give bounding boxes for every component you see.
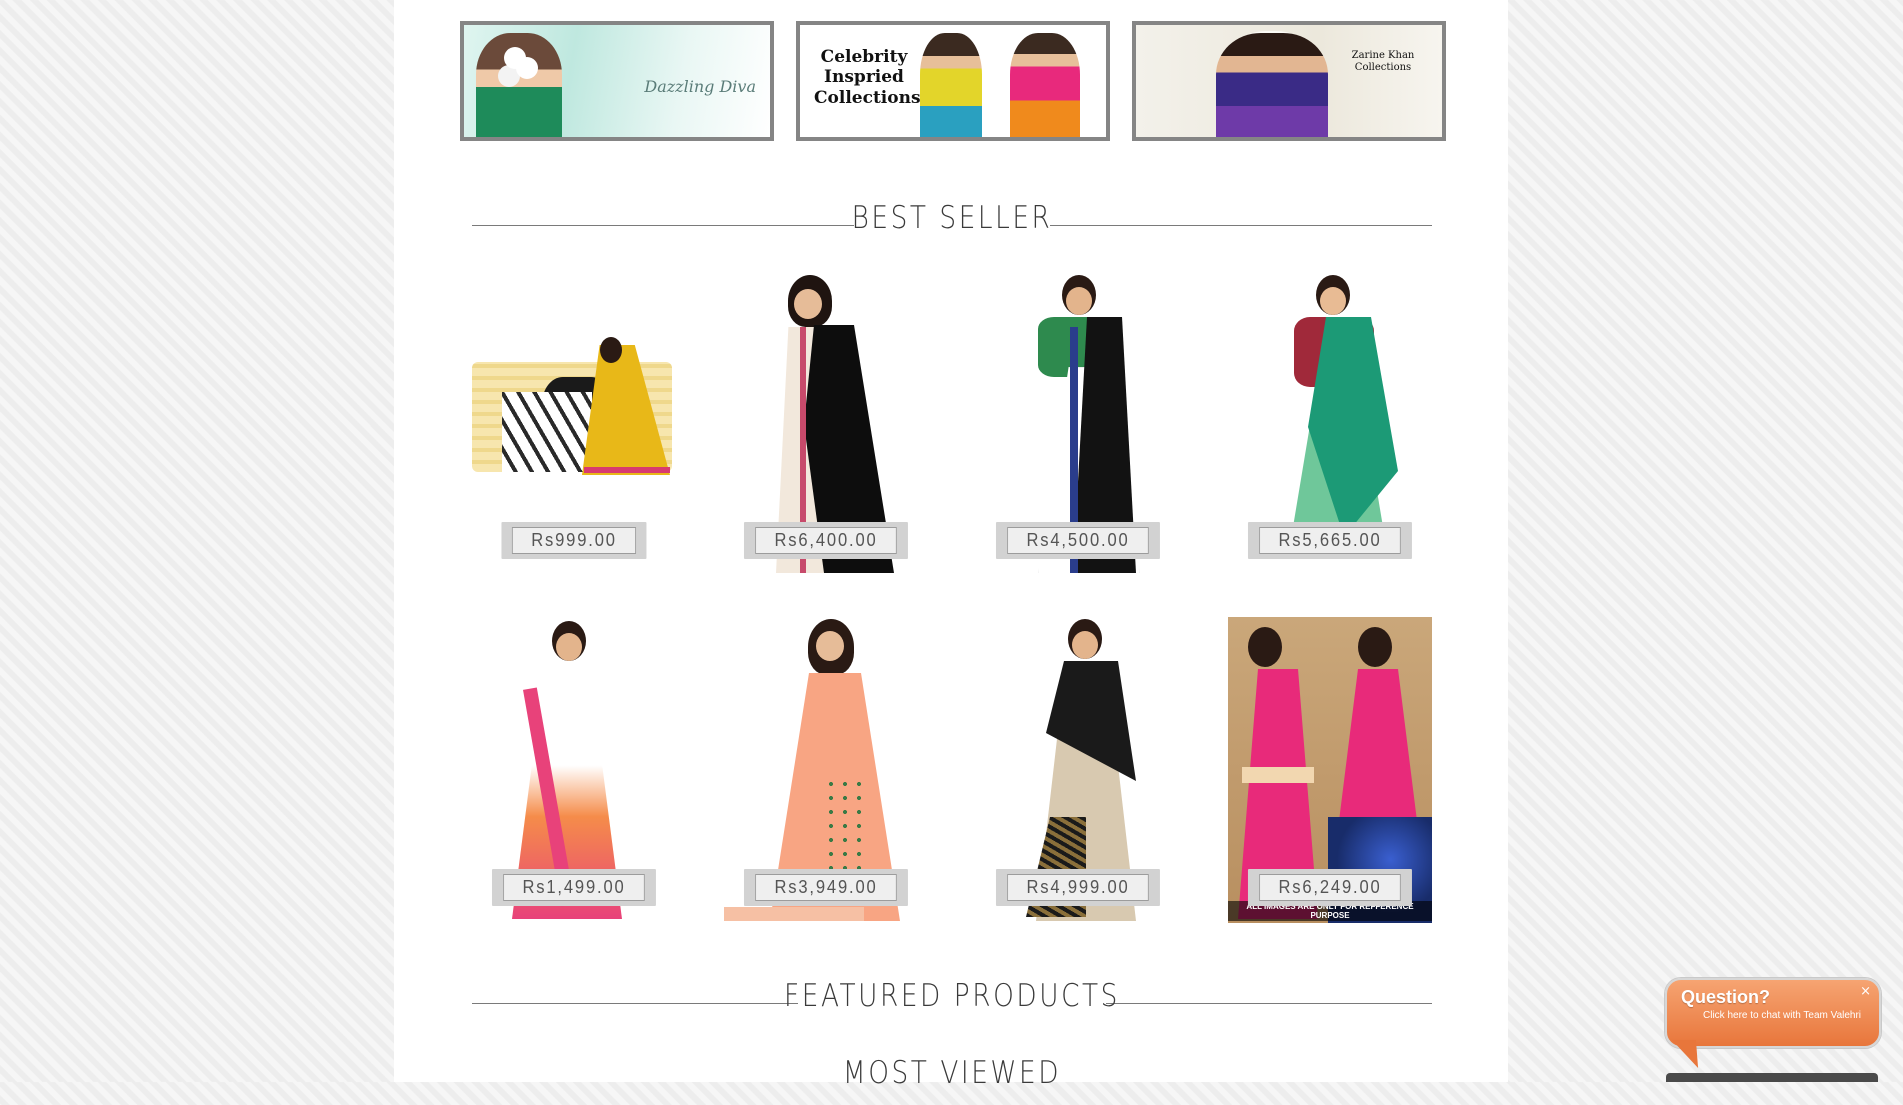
product-card[interactable]: Rs4,500.00 [976,267,1180,573]
page-container: Dazzling Diva Celebrity Inspried Collect… [394,0,1508,1091]
price-tag: Rs999.00 [501,522,647,559]
banner-title: Zarine Khan Collections [1351,50,1415,73]
section-title: MOST VIEWED [842,1055,1062,1091]
section-title: FEATURED PRODUCTS [784,978,1120,1014]
chat-subtitle: Click here to chat with Team Valehri [1703,1010,1862,1021]
product-price: Rs4,999.00 [1007,874,1149,901]
banner-title: Celebrity Inspried Collections [814,47,921,108]
banner-dazzling-diva[interactable]: Dazzling Diva [460,21,774,141]
price-tag: Rs1,499.00 [491,869,657,906]
close-icon[interactable]: × [1860,984,1871,999]
chat-widget[interactable]: Question? Click here to chat with Team V… [1665,978,1881,1048]
section-title: BEST SELLER [851,200,1053,236]
price-tag: Rs6,249.00 [1247,869,1413,906]
product-card[interactable]: Rs4,999.00 [976,617,1180,923]
banner-zarine-khan[interactable]: Zarine Khan Collections [1132,21,1446,141]
product-price: Rs5,665.00 [1259,527,1401,554]
price-tag: Rs4,500.00 [995,522,1161,559]
product-price: Rs1,499.00 [503,874,645,901]
banner-model-image [920,33,982,137]
product-card[interactable]: Rs999.00 [472,267,676,573]
banner-title: Dazzling Diva [644,77,756,96]
price-tag: Rs4,999.00 [995,869,1161,906]
chat-title: Question? [1681,987,1770,1007]
flower-decoration [504,47,526,69]
product-card[interactable]: Rs5,665.00 [1228,267,1432,573]
chat-bar[interactable] [1666,1073,1878,1082]
product-price: Rs3,949.00 [755,874,897,901]
featured-products-header: FEATURED PRODUCTS [472,978,1432,1028]
price-tag: Rs3,949.00 [743,869,909,906]
product-card[interactable]: Rs6,400.00 [724,267,928,573]
banner-model-image [1216,33,1328,137]
product-price: Rs999.00 [511,527,637,554]
price-tag: Rs5,665.00 [1247,522,1413,559]
product-card[interactable]: Rs1,499.00 [472,617,676,923]
product-price: Rs6,400.00 [755,527,897,554]
best-seller-header: BEST SELLER [472,200,1432,250]
product-card[interactable]: Rs3,949.00 [724,617,928,923]
price-tag: Rs6,400.00 [743,522,909,559]
product-price: Rs4,500.00 [1007,527,1149,554]
product-price: Rs6,249.00 [1259,874,1401,901]
banner-model-image [1010,33,1080,137]
most-viewed-header: MOST VIEWED [472,1055,1432,1105]
banner-celebrity-collections[interactable]: Celebrity Inspried Collections [796,21,1110,141]
product-card[interactable]: ALL IMAGES ARE ONLY FOR REFFERENCE PURPO… [1228,617,1432,923]
